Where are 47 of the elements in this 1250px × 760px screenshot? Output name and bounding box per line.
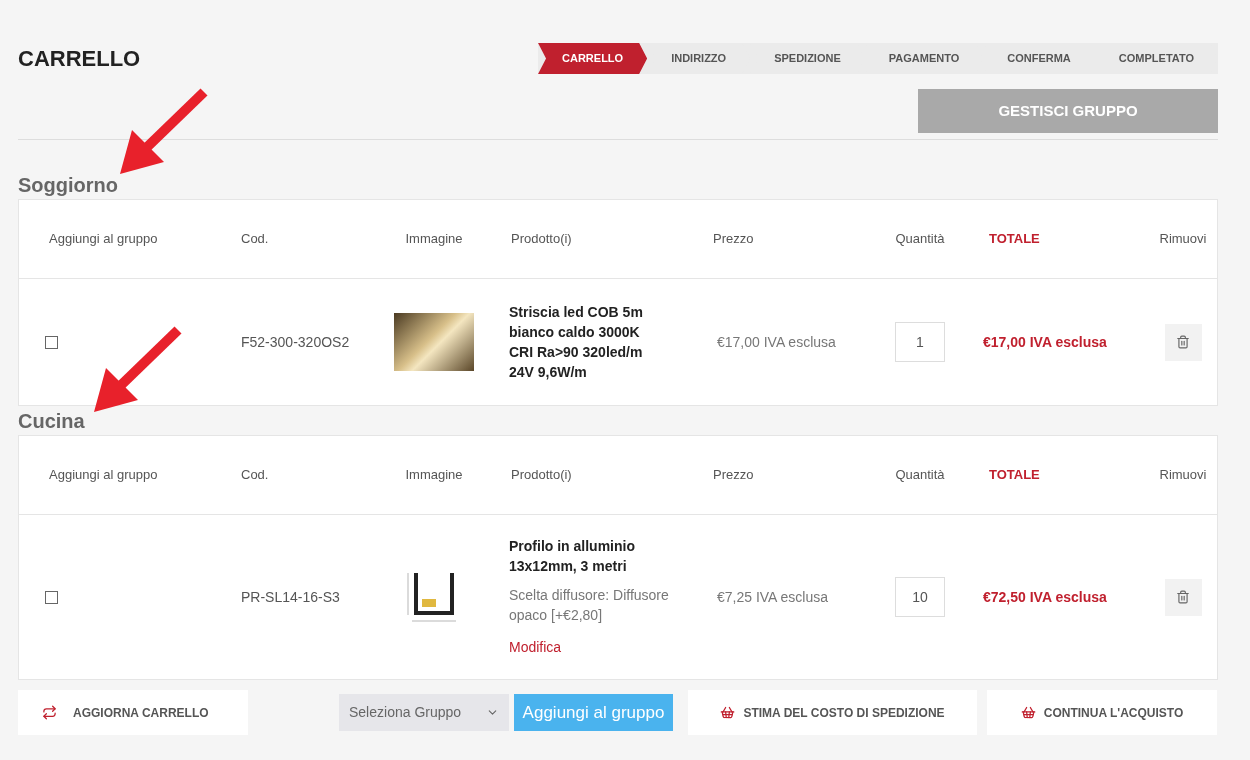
column-header: Prodotto(i) [511, 230, 572, 249]
column-header: TOTALE [989, 230, 1040, 249]
group-title: Cucina [18, 409, 86, 433]
checkout-step: CARRELLO [538, 43, 648, 74]
column-header: Cod. [241, 230, 269, 249]
column-header: TOTALE [989, 466, 1040, 485]
column-header: Aggiungi al gruppo [49, 230, 158, 249]
column-header: Quantità [895, 466, 945, 485]
pointer-arrow-icon [92, 326, 184, 414]
unit-price: €17,00 IVA esclusa [717, 333, 836, 350]
row-checkbox[interactable] [45, 335, 58, 349]
page-title: CARRELLO [18, 45, 141, 73]
pointer-arrow-icon [118, 88, 210, 176]
basket-icon [1020, 705, 1036, 720]
product-code: F52-300-320OS2 [241, 333, 350, 350]
row-total: €17,00 IVA esclusa [983, 333, 1107, 350]
product-code: PR-SL14-16-S3 [241, 588, 340, 605]
edit-link[interactable]: Modifica [509, 637, 691, 658]
column-header: Rimuovi [1159, 230, 1207, 249]
row-checkbox[interactable] [45, 590, 58, 604]
product-option: Scelta diffusore: Diffusore opaco [+€2,80] [509, 585, 691, 625]
column-header: Immagine [405, 466, 463, 485]
column-header: Rimuovi [1159, 466, 1207, 485]
trash-icon [1176, 590, 1190, 604]
column-header: Quantità [895, 230, 945, 249]
continue-shopping-button[interactable]: CONTINUA L'ACQUISTO [987, 690, 1217, 735]
unit-price: €7,25 IVA esclusa [717, 588, 829, 605]
delete-button[interactable] [1164, 578, 1202, 616]
column-header: Cod. [241, 466, 269, 485]
column-header: Prodotto(i) [511, 466, 572, 485]
group-select[interactable]: Seleziona Gruppo [339, 694, 509, 731]
column-header: Prezzo [713, 466, 754, 485]
refresh-icon [42, 705, 57, 720]
quantity-field[interactable]: 10 [895, 577, 945, 617]
column-header: Prezzo [713, 230, 754, 249]
trash-icon [1176, 335, 1190, 349]
group-title: Soggiorno [18, 173, 119, 197]
basket-icon [720, 705, 736, 720]
delete-button[interactable] [1164, 323, 1202, 361]
quantity-field[interactable]: 1 [895, 322, 945, 362]
update-cart-button[interactable]: AGGIORNA CARRELLO [18, 690, 248, 735]
product-name: Profilo in alluminio 13x12mm, 3 metri [509, 537, 636, 576]
column-header: Aggiungi al gruppo [49, 466, 158, 485]
product-name: Striscia led COB 5m bianco caldo 3000K CRI Ra>90 320led/m 24V 9,6W/m [509, 303, 644, 382]
column-header: Immagine [405, 230, 463, 249]
row-total: €72,50 IVA esclusa [983, 588, 1107, 605]
shipping-estimate-button[interactable]: STIMA DEL COSTO DI SPEDIZIONE [688, 690, 977, 735]
